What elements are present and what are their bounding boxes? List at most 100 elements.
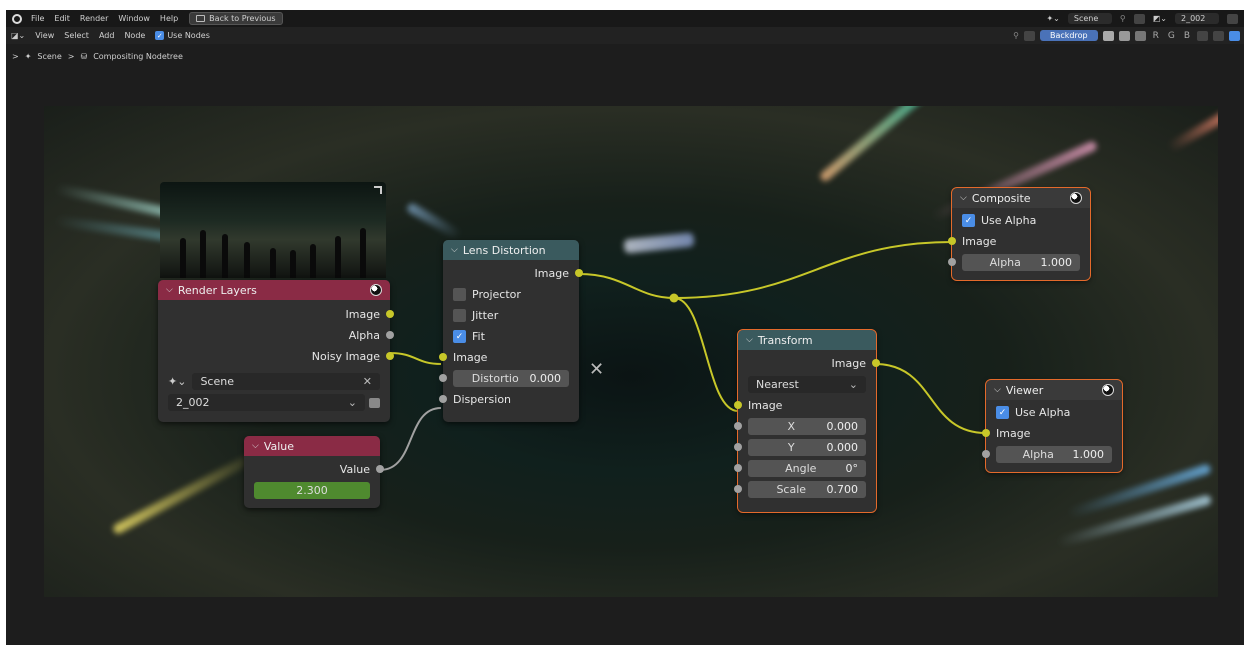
transform-header[interactable]: ⌵ Transform — [738, 330, 876, 350]
channel-color-icon[interactable] — [1118, 30, 1130, 41]
pin-icon[interactable]: ⚲ — [1120, 14, 1126, 23]
lens-distortion-node[interactable]: ⌵ Lens Distortion Image Projector Jitter… — [439, 240, 583, 422]
channel-color-alpha-icon[interactable] — [1102, 30, 1114, 41]
field-label: X — [787, 420, 796, 433]
backdrop-button[interactable]: Backdrop — [1039, 30, 1098, 41]
channel-b[interactable]: B — [1182, 31, 1192, 41]
scene-field[interactable]: Scene ✕ — [192, 373, 380, 390]
socket-image[interactable] — [439, 353, 447, 361]
fit-checkbox[interactable]: ✓ Fit — [443, 326, 579, 347]
input-dispersion: Dispersion — [439, 389, 579, 410]
collapse-chevron-icon[interactable]: ⌵ — [252, 441, 259, 451]
preview-toggle-icon[interactable] — [374, 186, 382, 194]
input-y: Y 0.000 — [734, 437, 876, 458]
socket-label: Image — [962, 235, 997, 248]
scene-icon[interactable]: ✦⌄ — [1046, 14, 1059, 23]
new-scene-icon[interactable] — [1133, 13, 1145, 24]
menu-edit[interactable]: Edit — [49, 14, 75, 23]
menu-window[interactable]: Window — [113, 14, 155, 23]
use-alpha-checkbox[interactable]: ✓ Use Alpha — [952, 210, 1090, 231]
y-field[interactable]: Y 0.000 — [748, 439, 866, 456]
transform-node[interactable]: ⌵ Transform Image Nearest ⌄ Image X 0.000 … — [734, 329, 880, 513]
channel-r[interactable]: R — [1151, 31, 1161, 41]
channel-g[interactable]: G — [1166, 31, 1177, 41]
new-view-layer-icon[interactable] — [1227, 13, 1238, 24]
clear-icon[interactable]: ✕ — [363, 375, 372, 388]
snap-icon[interactable] — [1023, 30, 1035, 41]
value-number-field[interactable]: 2.300 — [254, 482, 370, 499]
scene-icon[interactable]: ✦⌄ — [168, 375, 186, 388]
editor-type-icon[interactable]: ◪⌄ — [6, 31, 30, 40]
viewer-node[interactable]: ⌵ Viewer ✓ Use Alpha Image Alpha 1.000 — [982, 379, 1123, 473]
view-layer-icon[interactable]: ◩⌄ — [1153, 14, 1167, 23]
channel-alpha-icon[interactable] — [1134, 30, 1146, 41]
render-layers-node[interactable]: ⌵ Render Layers Image Alpha Noisy Image … — [158, 280, 394, 422]
socket-image[interactable] — [982, 429, 990, 437]
value-header[interactable]: ⌵ Value — [244, 436, 380, 456]
view-layer-field[interactable]: 2_002 — [1175, 13, 1219, 24]
distortion-field[interactable]: Distortio 0.000 — [453, 370, 569, 387]
socket-image[interactable] — [386, 310, 394, 318]
scene-name-field[interactable]: Scene — [1067, 13, 1112, 24]
header-view[interactable]: View — [30, 31, 59, 40]
alpha-field[interactable]: Alpha 1.000 — [996, 446, 1112, 463]
menu-help[interactable]: Help — [155, 14, 183, 23]
use-nodes-toggle[interactable]: ✓ Use Nodes — [150, 31, 215, 41]
socket-scale[interactable] — [734, 485, 742, 493]
use-alpha-checkbox[interactable]: ✓ Use Alpha — [986, 402, 1122, 423]
menu-render[interactable]: Render — [75, 14, 113, 23]
socket-image[interactable] — [872, 359, 880, 367]
socket-image[interactable] — [575, 269, 583, 277]
socket-distortion[interactable] — [439, 374, 447, 382]
composite-node[interactable]: ⌵ Composite ✓ Use Alpha Image Alpha 1.000 — [948, 187, 1091, 281]
render-layers-header[interactable]: ⌵ Render Layers — [158, 280, 390, 300]
checkbox-checked-icon: ✓ — [453, 330, 466, 343]
socket-image[interactable] — [734, 401, 742, 409]
lens-distortion-header[interactable]: ⌵ Lens Distortion — [443, 240, 579, 260]
socket-alpha[interactable] — [982, 450, 990, 458]
node-title: Composite — [971, 191, 1031, 205]
breadcrumb-separator: > — [67, 52, 75, 61]
gizmo-icon[interactable] — [1197, 30, 1208, 41]
composite-header[interactable]: ⌵ Composite — [952, 188, 1090, 208]
node-editor-header: ◪⌄ View Select Add Node ✓ Use Nodes ⚲ Bac… — [6, 27, 1244, 44]
viewer-header[interactable]: ⌵ Viewer — [986, 380, 1122, 400]
socket-image[interactable] — [948, 237, 956, 245]
header-add[interactable]: Add — [94, 31, 120, 40]
socket-y[interactable] — [734, 443, 742, 451]
filter-dropdown[interactable]: Nearest ⌄ — [748, 376, 866, 393]
render-layer-icon[interactable] — [369, 397, 380, 408]
input-image: Image — [982, 423, 1122, 444]
layer-field[interactable]: 2_002 ⌄ — [168, 394, 365, 411]
projector-checkbox[interactable]: Projector — [443, 284, 579, 305]
socket-angle[interactable] — [734, 464, 742, 472]
collapse-chevron-icon[interactable]: ⌵ — [746, 335, 753, 345]
node-title: Lens Distortion — [462, 243, 546, 257]
socket-dispersion[interactable] — [439, 395, 447, 403]
layer-row: 2_002 ⌄ — [158, 392, 390, 413]
header-node[interactable]: Node — [119, 31, 150, 40]
jitter-checkbox[interactable]: Jitter — [443, 305, 579, 326]
socket-x[interactable] — [734, 422, 742, 430]
x-field[interactable]: X 0.000 — [748, 418, 866, 435]
pin-icon[interactable]: ⚲ — [1013, 31, 1019, 40]
alpha-field[interactable]: Alpha 1.000 — [962, 254, 1080, 271]
scale-field[interactable]: Scale 0.700 — [748, 481, 866, 498]
collapse-chevron-icon[interactable]: ⌵ — [451, 245, 458, 255]
back-to-previous-button[interactable]: Back to Previous — [189, 12, 283, 25]
overlay-icon[interactable] — [1213, 30, 1224, 41]
collapse-chevron-icon[interactable]: ⌵ — [960, 193, 967, 203]
input-scale: Scale 0.700 — [734, 479, 876, 500]
socket-noisy-image[interactable] — [386, 352, 394, 360]
socket-alpha[interactable] — [948, 258, 956, 266]
viewport-shading-icon[interactable] — [1229, 30, 1240, 41]
socket-alpha[interactable] — [386, 331, 394, 339]
menu-file[interactable]: File — [26, 14, 49, 23]
angle-field[interactable]: Angle 0° — [748, 460, 866, 477]
collapse-chevron-icon[interactable]: ⌵ — [166, 285, 173, 295]
collapse-chevron-icon[interactable]: ⌵ — [994, 385, 1001, 395]
value-node[interactable]: ⌵ Value Value 2.300 — [244, 436, 384, 508]
blender-logo-icon[interactable] — [12, 13, 22, 24]
header-select[interactable]: Select — [59, 31, 94, 40]
socket-value[interactable] — [376, 465, 384, 473]
